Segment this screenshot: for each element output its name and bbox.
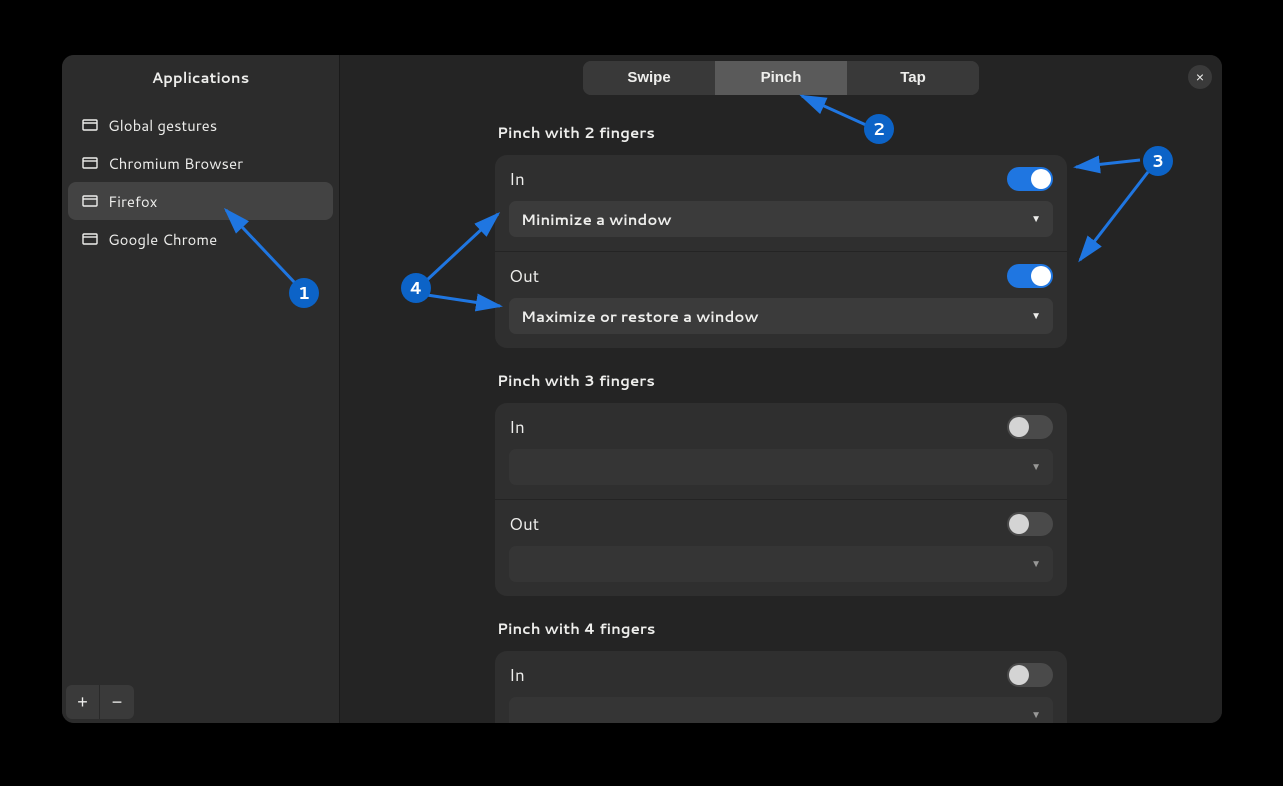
headerbar: Swipe Pinch Tap × xyxy=(340,55,1222,100)
pinch-3-group: In ▼ Out ▼ xyxy=(495,403,1067,596)
chevron-down-icon: ▼ xyxy=(1031,708,1041,722)
sidebar: Applications Global gestures Chromium Br… xyxy=(62,55,340,723)
window-icon xyxy=(82,117,98,133)
close-button[interactable]: × xyxy=(1188,65,1212,89)
sidebar-item-chromium[interactable]: Chromium Browser xyxy=(68,144,333,182)
sidebar-item-google-chrome[interactable]: Google Chrome xyxy=(68,220,333,258)
pinch-3-out-action-dropdown[interactable]: ▼ xyxy=(509,546,1053,582)
pinch-3-in-row: In ▼ xyxy=(495,403,1067,499)
settings-window: Applications Global gestures Chromium Br… xyxy=(62,55,1222,723)
main-panel: Swipe Pinch Tap × Pinch with 2 fingers I… xyxy=(340,55,1222,723)
pinch-2-group: In Minimize a window ▼ Out Maximize or r… xyxy=(495,155,1067,348)
pinch-4-in-toggle[interactable] xyxy=(1007,663,1053,687)
chevron-down-icon: ▼ xyxy=(1031,212,1041,226)
tab-pinch[interactable]: Pinch xyxy=(715,61,847,95)
pinch-3-out-toggle[interactable] xyxy=(1007,512,1053,536)
chevron-down-icon: ▼ xyxy=(1031,309,1041,323)
tab-tap[interactable]: Tap xyxy=(847,61,979,95)
pinch-4-in-row: In ▼ xyxy=(495,651,1067,723)
add-app-button[interactable]: + xyxy=(66,685,100,719)
pinch-2-out-row: Out Maximize or restore a window ▼ xyxy=(495,251,1067,348)
window-icon xyxy=(82,231,98,247)
sidebar-item-label: Firefox xyxy=(108,191,157,212)
row-name: Out xyxy=(509,264,539,288)
row-name: In xyxy=(509,415,525,439)
pinch-2-in-action-dropdown[interactable]: Minimize a window ▼ xyxy=(509,201,1053,237)
minus-icon: − xyxy=(112,692,123,713)
pinch-2-out-action-dropdown[interactable]: Maximize or restore a window ▼ xyxy=(509,298,1053,334)
window-icon xyxy=(82,155,98,171)
sidebar-item-label: Chromium Browser xyxy=(108,153,243,174)
dropdown-value: Minimize a window xyxy=(521,209,672,230)
row-name: In xyxy=(509,167,525,191)
sidebar-item-firefox[interactable]: Firefox xyxy=(68,182,333,220)
pinch-2-in-toggle[interactable] xyxy=(1007,167,1053,191)
pinch-3-in-toggle[interactable] xyxy=(1007,415,1053,439)
row-head: In xyxy=(509,415,1053,439)
pinch-3-out-row: Out ▼ xyxy=(495,499,1067,596)
chevron-down-icon: ▼ xyxy=(1031,460,1041,474)
pinch-4-in-action-dropdown[interactable]: ▼ xyxy=(509,697,1053,723)
sidebar-title: Applications xyxy=(62,55,339,100)
chevron-down-icon: ▼ xyxy=(1031,557,1041,571)
pinch-2-in-row: In Minimize a window ▼ xyxy=(495,155,1067,251)
section-title: Pinch with 3 fingers xyxy=(497,370,1067,391)
window-icon xyxy=(82,193,98,209)
sidebar-item-label: Global gestures xyxy=(108,115,217,136)
remove-app-button[interactable]: − xyxy=(100,685,134,719)
row-head: Out xyxy=(509,264,1053,288)
pinch-2-out-toggle[interactable] xyxy=(1007,264,1053,288)
close-icon: × xyxy=(1196,69,1204,85)
section-title: Pinch with 2 fingers xyxy=(497,122,1067,143)
row-name: Out xyxy=(509,512,539,536)
row-name: In xyxy=(509,663,525,687)
sidebar-footer: + − xyxy=(62,681,339,723)
dropdown-value: Maximize or restore a window xyxy=(521,306,759,327)
plus-icon: + xyxy=(77,692,88,713)
row-head: In xyxy=(509,663,1053,687)
row-head: In xyxy=(509,167,1053,191)
sidebar-list: Global gestures Chromium Browser Firefox… xyxy=(62,100,339,681)
row-head: Out xyxy=(509,512,1053,536)
section-title: Pinch with 4 fingers xyxy=(497,618,1067,639)
sidebar-item-label: Google Chrome xyxy=(108,229,217,250)
pinch-3-in-action-dropdown[interactable]: ▼ xyxy=(509,449,1053,485)
content: Pinch with 2 fingers In Minimize a windo… xyxy=(340,100,1222,723)
sidebar-item-global-gestures[interactable]: Global gestures xyxy=(68,106,333,144)
tab-swipe[interactable]: Swipe xyxy=(583,61,715,95)
gesture-type-tabs: Swipe Pinch Tap xyxy=(583,61,979,95)
pinch-4-group: In ▼ xyxy=(495,651,1067,723)
